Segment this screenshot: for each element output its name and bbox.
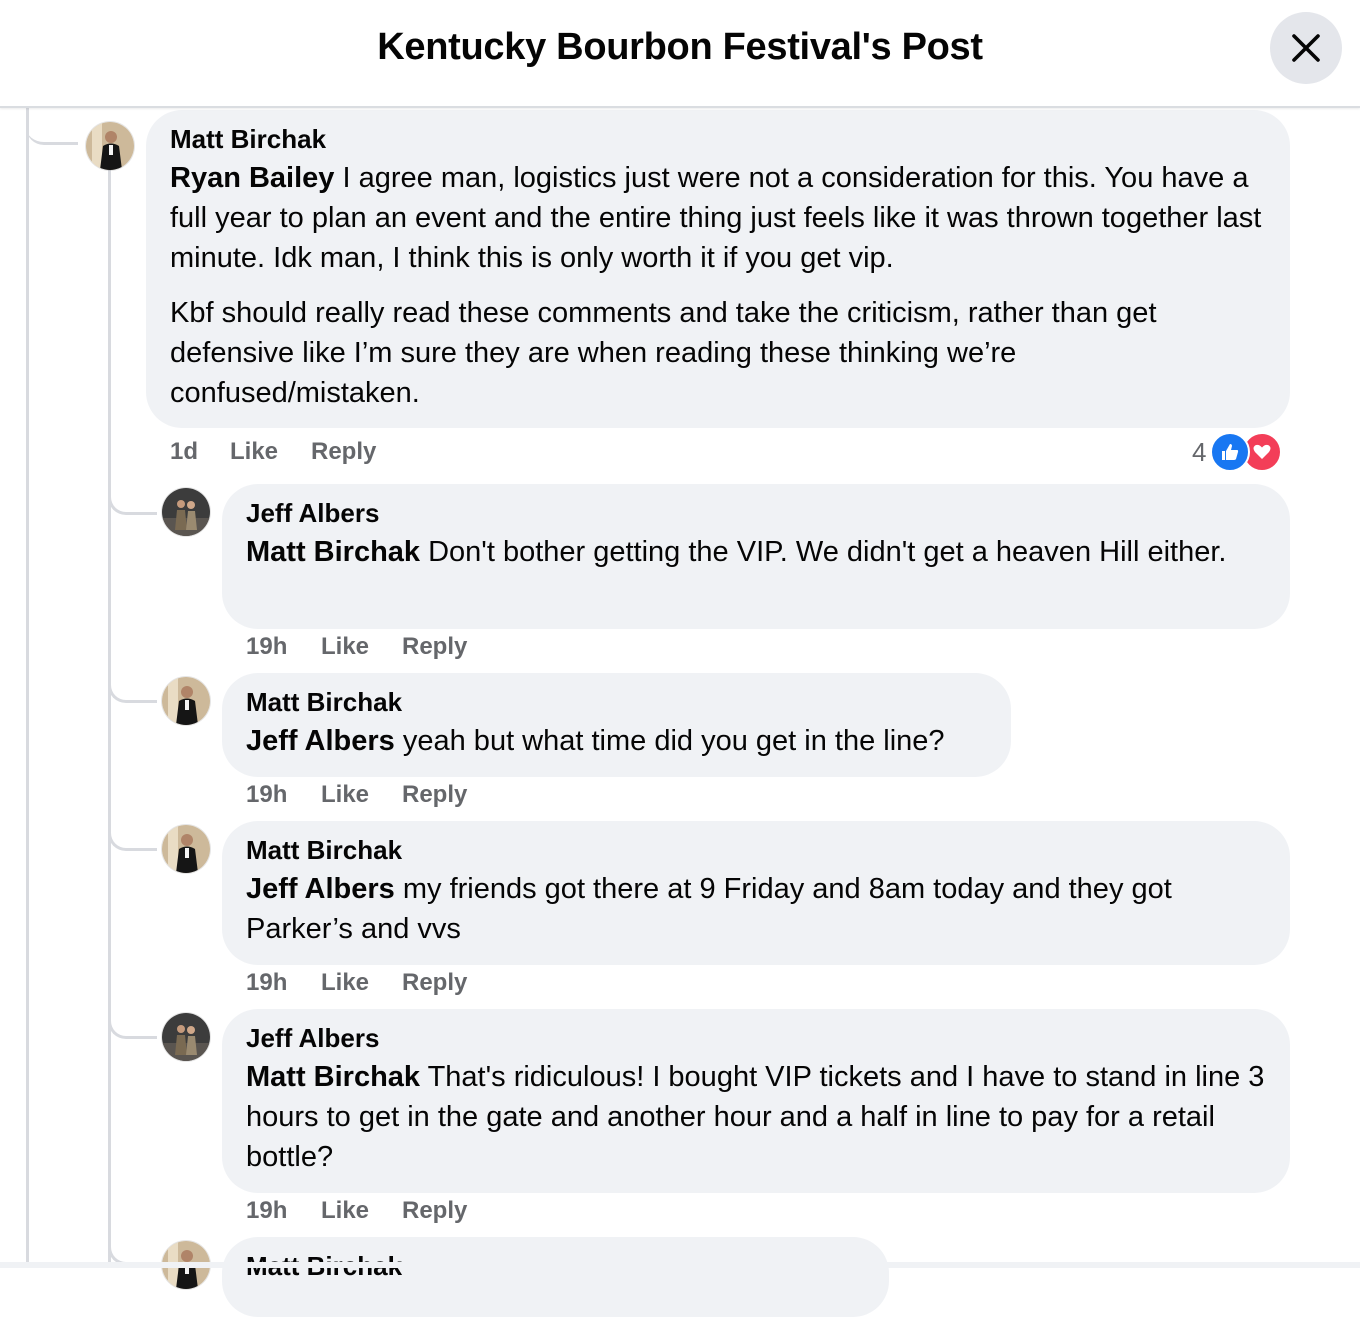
comment-body: yeah but what time did you get in the li…	[394, 725, 945, 757]
avatar[interactable]	[162, 488, 210, 536]
reply-button[interactable]: Reply	[402, 633, 467, 661]
avatar[interactable]	[162, 825, 210, 873]
comment-author[interactable]: Matt Birchak	[170, 122, 1266, 156]
like-button[interactable]: Like	[321, 969, 369, 997]
comment-bubble: Jeff Albers Matt Birchak Don't bother ge…	[222, 484, 1290, 629]
comment-author[interactable]: Jeff Albers	[246, 496, 1266, 530]
reply-button[interactable]: Reply	[311, 438, 376, 466]
reactions-summary[interactable]: 4	[1192, 432, 1283, 472]
comment-text: Ryan Bailey I agree man, logistics just …	[170, 158, 1266, 278]
comment-bubble: Matt Birchak Ryan Bailey I agree man, lo…	[146, 110, 1290, 428]
like-button[interactable]: Like	[230, 438, 278, 466]
comment-bubble: Matt Birchak Jeff Albers my friends got …	[222, 821, 1290, 965]
comment-timestamp[interactable]: 19h	[246, 969, 287, 997]
comment-author[interactable]: Matt Birchak	[246, 833, 1266, 867]
comment-timestamp[interactable]: 1d	[170, 438, 198, 466]
like-reaction-icon	[1210, 432, 1251, 472]
close-icon	[1290, 32, 1322, 64]
mention-link[interactable]: Jeff Albers	[246, 725, 395, 757]
comment-timestamp[interactable]: 19h	[246, 633, 287, 661]
thread-connector	[108, 1010, 157, 1039]
comment-bubble: Matt Birchak	[222, 1237, 889, 1317]
post-header: Kentucky Bourbon Festival's Post	[0, 0, 1360, 108]
avatar[interactable]	[162, 1013, 210, 1061]
page-title: Kentucky Bourbon Festival's Post	[377, 26, 983, 68]
thread-connector	[26, 108, 78, 145]
like-button[interactable]: Like	[321, 781, 369, 809]
mention-link[interactable]: Matt Birchak	[246, 536, 420, 568]
reply-button[interactable]: Reply	[402, 969, 467, 997]
thread-connector	[108, 486, 157, 515]
comment-bubble: Jeff Albers Matt Birchak That's ridiculo…	[222, 1009, 1290, 1193]
comment-author[interactable]: Jeff Albers	[246, 1021, 1266, 1055]
comment-text-paragraph: Kbf should really read these comments an…	[170, 297, 1157, 409]
reply-button[interactable]: Reply	[402, 781, 467, 809]
like-button[interactable]: Like	[321, 1197, 369, 1225]
reply-button[interactable]: Reply	[402, 1197, 467, 1225]
like-button[interactable]: Like	[321, 633, 369, 661]
mention-link[interactable]: Ryan Bailey	[170, 162, 334, 194]
comment-text: Matt Birchak Don't bother getting the VI…	[246, 532, 1266, 572]
thread-connector	[108, 674, 157, 703]
comment-author[interactable]: Matt Birchak	[246, 685, 987, 719]
close-button[interactable]	[1270, 12, 1342, 84]
mention-link[interactable]: Jeff Albers	[246, 873, 395, 905]
thread-connector	[108, 1236, 157, 1265]
thread-connector	[108, 822, 157, 851]
comment-text: Jeff Albers my friends got there at 9 Fr…	[246, 869, 1266, 949]
reaction-count: 4	[1192, 436, 1207, 467]
comment-timestamp[interactable]: 19h	[246, 1197, 287, 1225]
comment-body: Don't bother getting the VIP. We didn't …	[420, 536, 1227, 568]
avatar[interactable]	[162, 677, 210, 725]
comment-timestamp[interactable]: 19h	[246, 781, 287, 809]
avatar[interactable]	[86, 122, 134, 170]
mention-link[interactable]: Matt Birchak	[246, 1061, 420, 1093]
comment-text: Matt Birchak That's ridiculous! I bought…	[246, 1057, 1266, 1177]
bottom-edge	[0, 1262, 1360, 1268]
comment-body: I agree man, logistics just were not a c…	[170, 162, 1262, 274]
thread-line-outer	[26, 108, 29, 1268]
comment-bubble: Matt Birchak Jeff Albers yeah but what t…	[222, 673, 1011, 777]
thread-line-inner	[108, 170, 111, 1268]
comment-text: Jeff Albers yeah but what time did you g…	[246, 721, 987, 761]
